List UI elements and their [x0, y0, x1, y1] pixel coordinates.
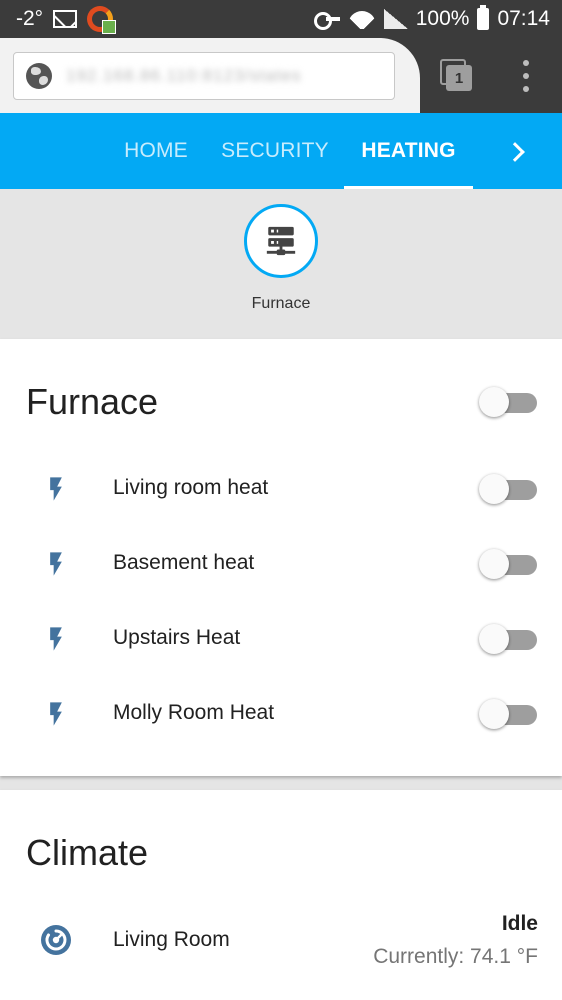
furnace-badge[interactable] — [244, 204, 318, 278]
tab-heating[interactable]: HEATING — [344, 113, 473, 189]
dot-icon — [523, 73, 529, 79]
card-title: Furnace — [26, 381, 159, 422]
thermostat-icon[interactable] — [40, 924, 72, 956]
tab-count: 1 — [446, 65, 472, 91]
browser-toolbar: 192.168.86.110:8123/states 1 — [0, 38, 562, 113]
vpn-key-icon — [313, 12, 340, 30]
living-room-heat-toggle[interactable] — [479, 472, 537, 506]
list-item: Basement heat — [113, 551, 255, 574]
status-temperature: -2° — [16, 7, 44, 30]
basement-heat-toggle[interactable] — [479, 547, 537, 581]
list-item: Molly Room Heat — [113, 701, 275, 724]
dot-icon — [523, 86, 529, 92]
wifi-icon — [347, 9, 376, 29]
notification-app-icon — [87, 6, 117, 34]
list-item: Upstairs Heat — [113, 626, 241, 649]
dot-icon — [523, 60, 529, 66]
browser-menu-button[interactable] — [516, 60, 536, 92]
climate-current-temperature: Currently: 74.1 °F — [373, 945, 538, 968]
view-tabs: HOME SECURITY HEATING — [0, 113, 562, 189]
battery-icon — [477, 5, 490, 30]
card-title: Climate — [26, 832, 149, 873]
flash-icon — [50, 477, 62, 501]
battery-percent: 100% — [415, 7, 470, 30]
status-bar: -2° 100% 07:14 — [0, 0, 562, 38]
chevron-right-icon[interactable] — [500, 137, 536, 167]
climate-entity-label[interactable]: Living Room — [113, 928, 230, 952]
flash-icon — [50, 702, 62, 726]
climate-card: Climate Living Room Idle Currently: 74.1… — [0, 790, 562, 1000]
toggle-thumb — [479, 474, 509, 504]
climate-state: Idle — [501, 912, 538, 935]
toggle-thumb — [479, 549, 509, 579]
gmail-icon — [53, 10, 78, 28]
server-network-icon — [266, 226, 296, 256]
list-item: Living room heat — [113, 476, 269, 499]
url-bar[interactable]: 192.168.86.110:8123/states — [13, 52, 395, 100]
toggle-thumb — [479, 624, 509, 654]
upstairs-heat-toggle[interactable] — [479, 622, 537, 656]
tab-switcher-button[interactable]: 1 — [440, 59, 474, 93]
flash-icon — [50, 627, 62, 651]
tab-home[interactable]: HOME — [112, 113, 200, 189]
status-time: 07:14 — [497, 7, 550, 30]
url-text: 192.168.86.110:8123/states — [66, 66, 302, 85]
furnace-card: Furnace Living room heat Basement heat U… — [0, 339, 562, 776]
furnace-master-toggle[interactable] — [479, 385, 537, 419]
cell-signal-icon — [383, 9, 408, 29]
flash-icon — [50, 552, 62, 576]
toggle-thumb — [479, 387, 509, 417]
toggle-thumb — [479, 699, 509, 729]
badge-label: Furnace — [251, 295, 311, 312]
molly-room-heat-toggle[interactable] — [479, 697, 537, 731]
tab-security[interactable]: SECURITY — [214, 113, 336, 189]
badge-area: Furnace — [0, 189, 562, 339]
globe-icon — [26, 63, 52, 89]
